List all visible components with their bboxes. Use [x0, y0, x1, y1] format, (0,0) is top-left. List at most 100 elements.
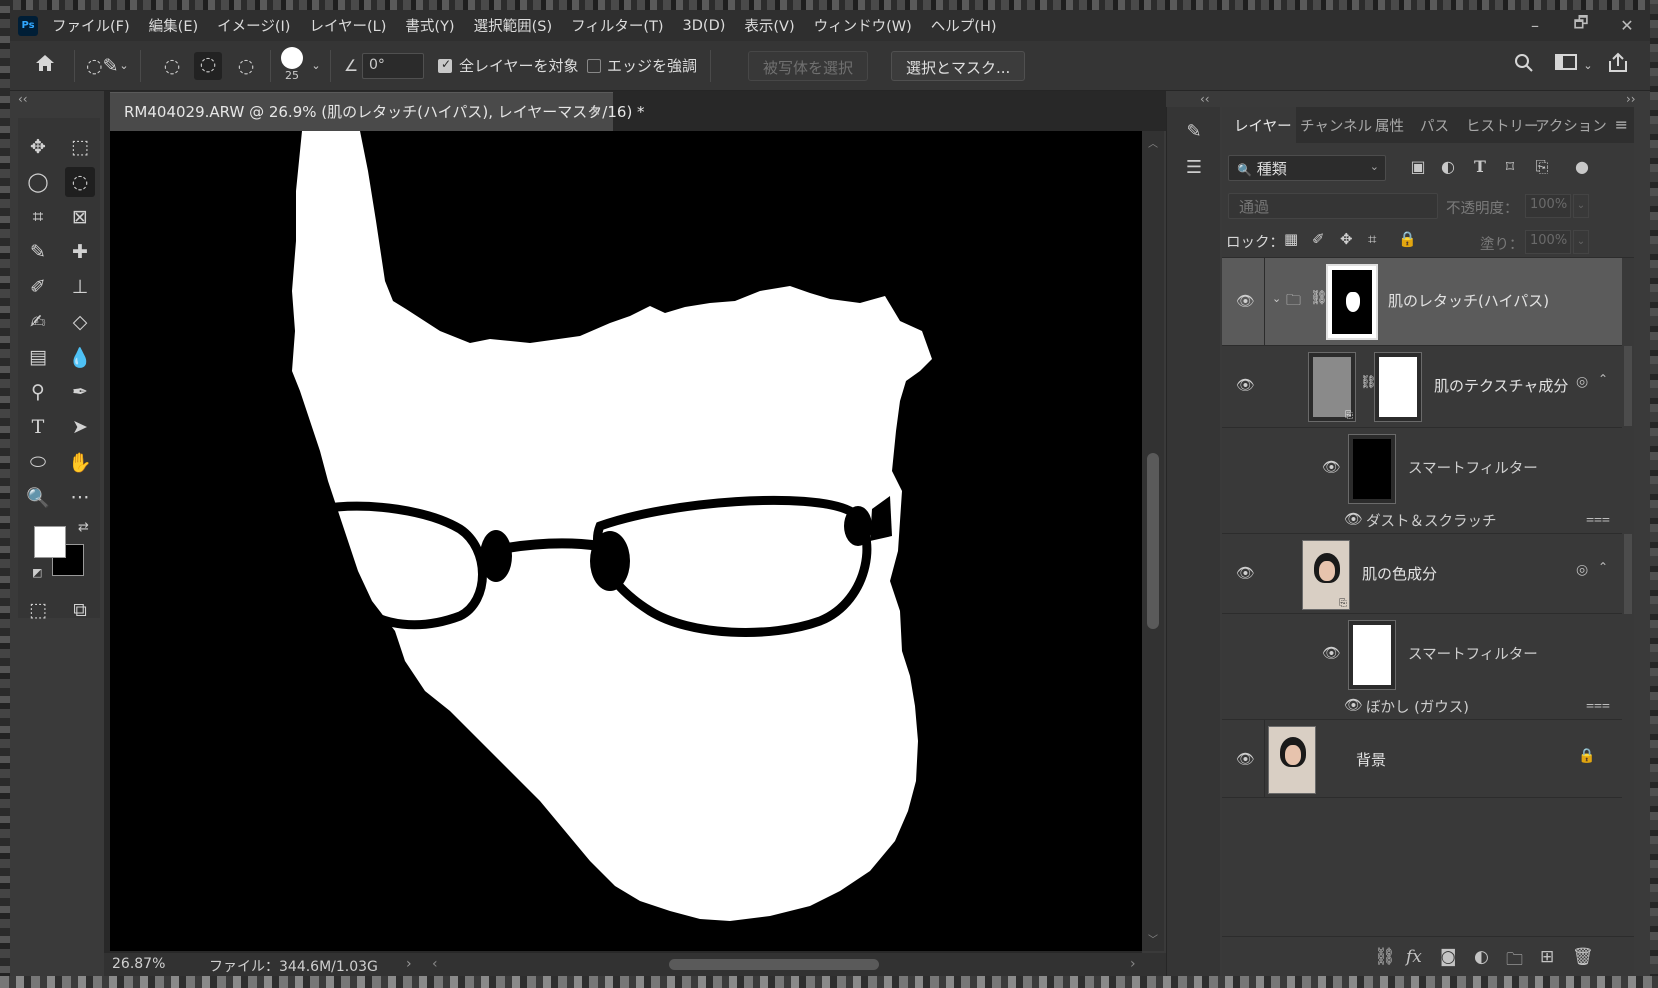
close-window-button[interactable]: ✕ — [1604, 10, 1650, 41]
layer-row-smart-object[interactable]: 👁 ⎘ ⛓ 肌のテクスチャ成分 ◎ ⌃ — [1222, 346, 1622, 428]
layer-name[interactable]: 背景 — [1356, 749, 1386, 770]
move-tool-icon[interactable]: ✥ — [23, 132, 53, 162]
new-group-icon[interactable]: 🗀 — [1506, 947, 1523, 976]
scroll-thumb[interactable] — [1624, 534, 1632, 614]
close-icon[interactable]: ✕ — [589, 93, 601, 131]
filter-effect-row[interactable]: 👁 ダスト＆スクラッチ ⩶ — [1222, 508, 1622, 534]
menu-filter[interactable]: フィルター(T) — [571, 15, 663, 36]
default-colors-icon[interactable]: ◩ — [32, 566, 42, 579]
smart-filter-row[interactable]: 👁 スマートフィルター — [1222, 614, 1622, 694]
chevron-up-icon[interactable]: ⌃ — [1598, 560, 1608, 574]
quick-selection-tool-icon[interactable]: ◌ — [65, 167, 95, 197]
scroll-down-icon[interactable]: ﹀ — [1148, 931, 1158, 946]
filter-toggle-icon[interactable]: ● — [1572, 157, 1592, 177]
pen-tool-icon[interactable]: ✒ — [65, 377, 95, 407]
menu-select[interactable]: 選択範囲(S) — [474, 15, 553, 36]
layer-mask-thumbnail[interactable] — [1374, 352, 1422, 422]
visibility-eye-icon[interactable]: 👁 — [1236, 564, 1255, 582]
chevron-down-icon[interactable]: ⌄ — [1573, 230, 1589, 254]
workspace-icon[interactable] — [1554, 53, 1578, 77]
path-selection-tool-icon[interactable]: ➤ — [65, 412, 95, 442]
filter-adjustment-icon[interactable]: ◐ — [1438, 157, 1458, 177]
scroll-thumb[interactable] — [1624, 346, 1632, 426]
add-to-selection-icon[interactable]: ◌ — [194, 52, 222, 80]
select-subject-button[interactable]: 被写体を選択 — [748, 51, 869, 81]
menu-help[interactable]: ヘルプ(H) — [931, 15, 997, 36]
ellipse-tool-icon[interactable]: ⬭ — [23, 447, 53, 477]
chevron-down-icon[interactable]: ⌄ — [1582, 54, 1594, 78]
layer-row-group[interactable]: 👁 ⌄ 🗀 ⛓ 肌のレタッチ(ハイパス) — [1222, 258, 1622, 346]
tab-properties[interactable]: 属性 — [1375, 115, 1404, 136]
lock-artboard-icon[interactable]: ⌗ — [1368, 230, 1376, 248]
dodge-tool-icon[interactable]: ⚲ — [23, 377, 53, 407]
filter-shape-icon[interactable]: ⌑ — [1500, 157, 1520, 177]
new-layer-icon[interactable]: ⊞ — [1540, 947, 1554, 967]
healing-brush-tool-icon[interactable]: ✚ — [65, 237, 95, 267]
delete-layer-icon[interactable]: 🗑 — [1572, 947, 1594, 967]
minimize-button[interactable]: – — [1512, 10, 1558, 41]
gradient-tool-icon[interactable]: ▤ — [23, 342, 53, 372]
adjustments-icon[interactable]: ☰ — [1182, 157, 1206, 181]
subtract-from-selection-icon[interactable]: ◌ — [232, 54, 260, 78]
quick-mask-icon[interactable]: ⬚ — [23, 595, 53, 625]
visibility-eye-icon[interactable]: 👁 — [1344, 696, 1363, 714]
document-tab[interactable]: RM404029.ARW @ 26.9% (肌のレタッチ(ハイパス), レイヤー… — [110, 92, 645, 131]
chevron-up-icon[interactable]: ⌃ — [1598, 372, 1608, 386]
filter-blending-options-icon[interactable]: ⩶ — [1586, 697, 1610, 713]
menu-type[interactable]: 書式(Y) — [405, 15, 454, 36]
rectangular-marquee-tool-icon[interactable]: ⬚ — [65, 132, 95, 162]
lasso-tool-icon[interactable]: ◯ — [23, 167, 53, 197]
filter-name[interactable]: ダスト＆スクラッチ — [1366, 510, 1497, 531]
restore-button[interactable]: 🗗 — [1558, 10, 1604, 41]
link-layers-icon[interactable]: ⛓ — [1374, 947, 1396, 967]
type-tool-icon[interactable]: T — [23, 412, 53, 442]
swap-colors-icon[interactable]: ⇄ — [78, 520, 89, 535]
status-menu-icon[interactable]: › — [406, 956, 412, 972]
visibility-eye-icon[interactable]: 👁 — [1236, 750, 1255, 768]
clone-stamp-tool-icon[interactable]: ⊥ — [65, 272, 95, 302]
menu-window[interactable]: ウィンドウ(W) — [814, 15, 912, 36]
zoom-level[interactable]: 26.87% — [112, 956, 165, 972]
select-and-mask-button[interactable]: 選択とマスク... — [891, 51, 1026, 81]
smart-filter-mask-thumbnail[interactable] — [1348, 434, 1396, 504]
file-info[interactable]: ファイル：344.6M/1.03G — [209, 956, 378, 976]
menu-view[interactable]: 表示(V) — [744, 15, 794, 36]
foreground-color-swatch[interactable] — [34, 526, 66, 558]
chevron-down-icon[interactable]: ⌄ — [1272, 292, 1281, 305]
filter-name[interactable]: ぼかし (ガウス) — [1366, 696, 1469, 717]
panel-menu-icon[interactable]: ≡ — [1615, 115, 1628, 134]
tab-history[interactable]: ヒストリー — [1466, 115, 1539, 136]
app-logo-icon[interactable]: Ps — [18, 15, 38, 36]
filter-smart-object-icon[interactable]: ⎘ — [1532, 157, 1552, 177]
layer-row-background[interactable]: 👁 背景 🔒 — [1222, 720, 1622, 798]
blend-mode-select[interactable]: 通過 — [1228, 193, 1438, 219]
opacity-field[interactable]: 100% — [1525, 194, 1571, 218]
scroll-right-icon[interactable]: › — [1130, 956, 1136, 972]
hand-tool-icon[interactable]: ✋ — [65, 447, 95, 477]
filter-pixel-icon[interactable]: ▣ — [1408, 157, 1428, 177]
lock-transparent-pixels-icon[interactable]: ▦ — [1284, 230, 1298, 248]
more-tools-icon[interactable]: ⋯ — [65, 482, 95, 512]
layer-name[interactable]: 肌の色成分 — [1362, 563, 1437, 584]
layer-style-fx-icon[interactable]: fx — [1406, 947, 1422, 967]
layer-kind-filter[interactable]: 🔍 種類 ⌄ — [1228, 155, 1386, 181]
layer-thumbnail[interactable]: ⎘ — [1302, 540, 1350, 610]
brush-preview-icon[interactable] — [281, 47, 303, 69]
chevron-down-icon[interactable]: ⌄ — [310, 54, 322, 78]
layers-scrollbar[interactable] — [1622, 258, 1634, 798]
layer-row-smart-object[interactable]: 👁 ⎘ 肌の色成分 ◎ ⌃ — [1222, 534, 1622, 614]
sample-all-layers-checkbox[interactable] — [438, 57, 452, 73]
vertical-scroll-thumb[interactable] — [1147, 453, 1159, 629]
visibility-eye-icon[interactable]: 👁 — [1322, 458, 1341, 476]
chevron-down-icon[interactable]: ⌄ — [118, 54, 130, 78]
blur-tool-icon[interactable]: 💧 — [65, 342, 95, 372]
layer-thumbnail[interactable]: ⎘ — [1308, 352, 1356, 422]
menu-image[interactable]: イメージ(I) — [217, 15, 290, 36]
layer-thumbnail[interactable] — [1268, 726, 1316, 794]
visibility-eye-icon[interactable]: 👁 — [1236, 292, 1255, 310]
scroll-up-icon[interactable]: ︿ — [1148, 135, 1158, 150]
layer-name[interactable]: 肌のレタッチ(ハイパス) — [1388, 290, 1549, 311]
chevron-down-icon[interactable]: ⌄ — [1573, 194, 1589, 218]
canvas[interactable] — [110, 131, 1144, 951]
brush-settings-icon[interactable]: ✎ — [1182, 121, 1206, 145]
